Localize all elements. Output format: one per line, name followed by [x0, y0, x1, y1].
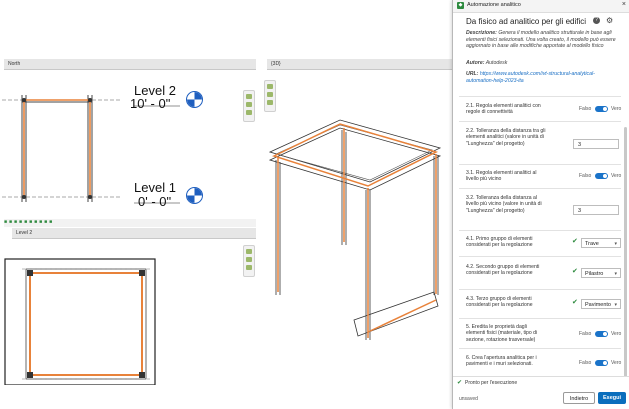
- close-icon[interactable]: ×: [622, 1, 626, 8]
- param-4-3-label: 4.3. Terzo gruppo di elementi considerat…: [466, 296, 533, 309]
- param-5-label: 5. Eredita le proprietà dagli elementi f…: [466, 324, 538, 343]
- url-link[interactable]: https://www.autodesk.com/ivt-structural-…: [466, 71, 595, 84]
- level1-name: Level 1: [134, 180, 176, 195]
- tab-north-label: North: [8, 61, 21, 67]
- toggle-switch[interactable]: [595, 331, 608, 337]
- check-icon: ✔: [572, 299, 578, 306]
- panel-titlebar: ◆ Automazione analitico ×: [453, 0, 629, 13]
- toggle-switch[interactable]: [595, 360, 608, 366]
- param-4-1-label: 4.1. Primo gruppo di elementi considerat…: [466, 236, 533, 249]
- param-2-2-label: 2.2. Tolleranza della distanza tra gli e…: [466, 128, 546, 147]
- north-elevation-view[interactable]: Level 2 10' - 0" Level 1 0' - 0": [0, 70, 256, 218]
- panel-description: Descrizione: Genera il modello analitico…: [466, 30, 616, 49]
- navigation-bar[interactable]: [243, 90, 255, 122]
- divider: [459, 164, 621, 165]
- toggle-switch[interactable]: [595, 106, 608, 112]
- navigation-bar-3d[interactable]: [264, 80, 276, 112]
- divider: [459, 256, 621, 257]
- level1-elevation: 0' - 0": [138, 194, 172, 209]
- automation-app-icon: ◆: [457, 2, 464, 9]
- chevron-down-icon: ▾: [614, 241, 617, 247]
- check-icon: ✔: [572, 268, 578, 275]
- panel-author: Autore: Autodesk: [466, 60, 508, 66]
- param-3-1-label: 3.1. Regola elementi analitici al livell…: [466, 170, 537, 183]
- check-icon: ✔: [572, 238, 578, 245]
- param-2-1-label: 2.1. Regola elementi analitici con regol…: [466, 103, 541, 116]
- param-4-3-select[interactable]: Pavimento ▾: [581, 299, 621, 309]
- level2-elevation: 10' - 0": [130, 96, 171, 111]
- back-button[interactable]: Indietro: [563, 392, 595, 404]
- tab-north[interactable]: North: [4, 59, 256, 70]
- status-bar: ✔ Pronto per l'esecuzione: [453, 376, 629, 389]
- automation-panel: ◆ Automazione analitico × Da fisico ad a…: [452, 0, 629, 409]
- tab-level-2[interactable]: Level 2: [12, 228, 256, 239]
- north-elevation-drawing: [2, 95, 180, 204]
- divider: [459, 230, 621, 231]
- param-6-label: 6. Crea l'apertura analitica per i pavim…: [466, 355, 537, 368]
- status-text: Pronto per l'esecuzione: [465, 380, 518, 386]
- param-4-1-select[interactable]: Trave ▾: [581, 238, 621, 248]
- panel-heading: Da fisico ad analitico per gli edifici: [466, 17, 587, 26]
- param-3-1-toggle[interactable]: Falso Vero: [579, 173, 621, 179]
- panel-scrollbar[interactable]: [624, 127, 627, 377]
- tab-3d-label: {3D}: [271, 61, 281, 67]
- param-5-toggle[interactable]: Falso Vero: [579, 331, 621, 337]
- level-2-plan-view[interactable]: [0, 239, 256, 385]
- param-3-2-label: 3.2. Tolleranza della distanza al livell…: [466, 195, 542, 214]
- divider: [459, 289, 621, 290]
- unsaved-label: unsaved: [459, 396, 478, 402]
- tab-3d[interactable]: {3D}: [267, 59, 452, 70]
- panel-footer: unsaved Indietro Esegui: [453, 389, 629, 409]
- view-control-bar[interactable]: ■■■■■■■■■■: [4, 219, 256, 227]
- param-4-2-label: 4.2. Secondo gruppo di elementi consider…: [466, 264, 540, 277]
- divider: [459, 96, 621, 97]
- panel-url: URL: https://www.autodesk.com/ivt-struct…: [466, 71, 595, 84]
- param-4-2-select[interactable]: Pilastro ▾: [581, 268, 621, 278]
- 3d-model-drawing: [268, 119, 442, 340]
- param-6-toggle[interactable]: Falso Vero: [579, 360, 621, 366]
- gear-icon[interactable]: ⚙: [606, 16, 613, 25]
- param-2-2-input[interactable]: 3: [573, 139, 619, 149]
- help-icon[interactable]: ?: [593, 17, 600, 24]
- chevron-down-icon: ▾: [614, 302, 617, 308]
- panel-window-title: Automazione analitico: [467, 2, 521, 8]
- author-text: Autodesk: [485, 60, 508, 66]
- divider: [459, 188, 621, 189]
- level-2-plan-drawing: [4, 258, 156, 385]
- 3d-view[interactable]: [262, 70, 452, 388]
- param-2-1-toggle[interactable]: Falso Vero: [579, 106, 621, 112]
- level2-marker-icon[interactable]: [186, 91, 203, 108]
- chevron-down-icon: ▾: [614, 271, 617, 277]
- level1-marker-icon[interactable]: [186, 187, 203, 204]
- param-3-2-input[interactable]: 3: [573, 205, 619, 215]
- divider: [459, 348, 621, 349]
- tab-level-2-label: Level 2: [16, 230, 33, 236]
- toggle-switch[interactable]: [595, 173, 608, 179]
- navigation-bar-plan[interactable]: [243, 245, 255, 277]
- run-button[interactable]: Esegui: [598, 392, 626, 404]
- divider: [459, 121, 621, 122]
- divider: [459, 318, 621, 319]
- check-icon: ✔: [457, 380, 463, 386]
